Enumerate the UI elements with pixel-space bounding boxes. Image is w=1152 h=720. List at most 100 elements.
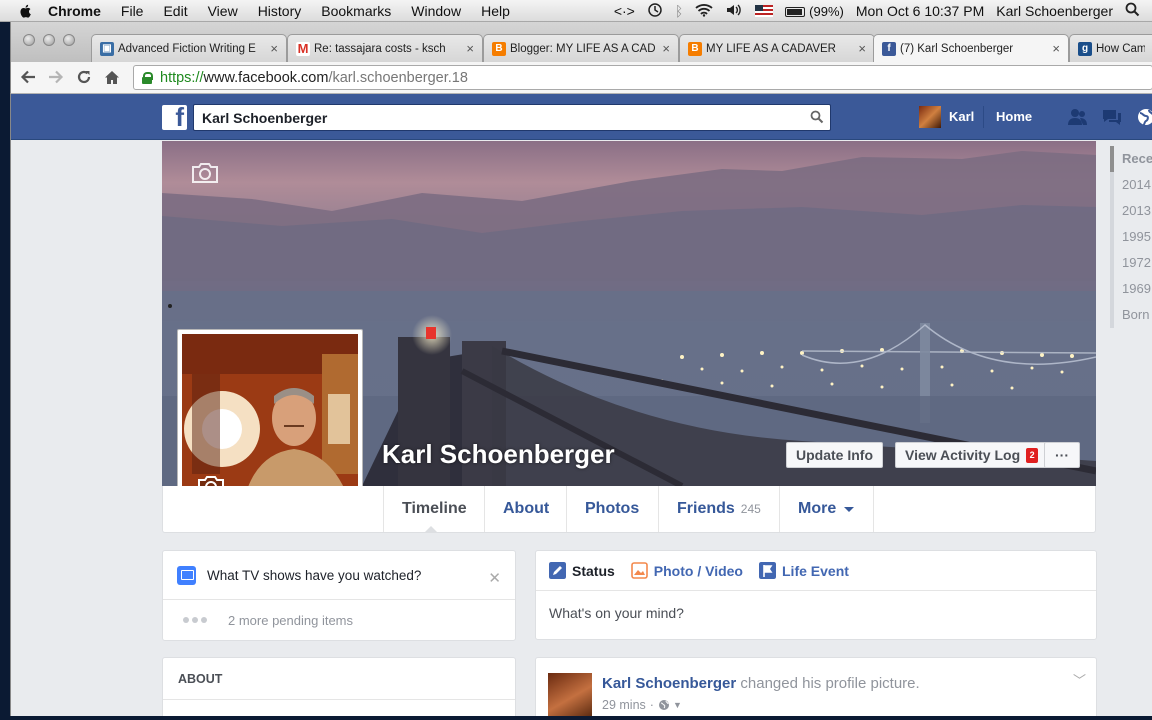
year-item[interactable]: 2013 <box>1110 198 1152 224</box>
messages-icon[interactable] <box>1101 107 1123 127</box>
audience-globe-icon[interactable] <box>658 699 670 711</box>
browser-tab-active[interactable]: f (7) Karl Schoenberger × <box>873 34 1069 62</box>
search-icon[interactable] <box>810 110 824 124</box>
more-options-button[interactable]: ··· <box>1044 442 1080 468</box>
tab-title: How Cambr <box>1096 42 1145 55</box>
menu-file[interactable]: File <box>121 3 144 19</box>
update-info-button[interactable]: Update Info <box>786 442 883 468</box>
window-minimize-button[interactable] <box>43 34 55 46</box>
facebook-favicon-icon: f <box>882 41 896 56</box>
cover-camera-icon[interactable] <box>190 161 220 185</box>
window-close-button[interactable] <box>23 34 35 46</box>
tab-close-icon[interactable]: × <box>1052 41 1060 56</box>
reload-icon[interactable] <box>73 66 95 88</box>
menu-chrome[interactable]: Chrome <box>48 3 101 19</box>
year-item[interactable]: 1969 <box>1110 276 1152 302</box>
browser-tab[interactable]: B MY LIFE AS A CADAVER × <box>679 34 875 62</box>
about-heading: ABOUT <box>163 658 515 700</box>
facebook-search-input[interactable]: Karl Schoenberger <box>193 104 831 131</box>
back-icon[interactable] <box>17 66 39 88</box>
composer-tab-status-label: Status <box>572 562 615 579</box>
browser-tab-strip: ▣ Advanced Fiction Writing E × M Re: tas… <box>10 22 1152 62</box>
pending-items-row[interactable]: 2 more pending items <box>163 600 515 640</box>
tv-prompt-row[interactable]: What TV shows have you watched? <box>163 551 515 600</box>
menu-bookmarks[interactable]: Bookmarks <box>321 3 391 19</box>
notifications-globe-icon[interactable] <box>1135 107 1152 127</box>
story-timestamp[interactable]: 29 mins <box>602 698 646 712</box>
input-source-flag-icon[interactable] <box>755 5 774 17</box>
tv-icon <box>177 565 196 585</box>
nav-home-link[interactable]: Home <box>996 109 1032 124</box>
tab-timeline-label: Timeline <box>402 500 467 517</box>
year-item-born[interactable]: Born <box>1110 302 1152 328</box>
code-icon[interactable]: <·> <box>614 3 635 19</box>
story-author-avatar[interactable] <box>548 673 592 716</box>
time-machine-icon[interactable] <box>647 2 663 21</box>
composer-tab-photo-video[interactable]: Photo / Video <box>630 562 743 579</box>
address-bar[interactable]: https://www.facebook.com/karl.schoenberg… <box>133 65 1152 90</box>
menu-history[interactable]: History <box>258 3 302 19</box>
close-icon[interactable]: ✕ <box>488 569 501 587</box>
composer-tab-life-event[interactable]: Life Event <box>759 562 849 579</box>
about-card: ABOUT <box>162 657 516 716</box>
window-zoom-button[interactable] <box>63 34 75 46</box>
tab-favicon-icon: ▣ <box>100 41 114 56</box>
composer-tabs: Status Photo / Video Life Event <box>536 551 1096 591</box>
bluetooth-icon[interactable]: ᛒ <box>675 3 683 19</box>
profile-name[interactable]: Karl Schoenberger <box>382 439 615 470</box>
tab-close-icon[interactable]: × <box>466 41 474 56</box>
nav-profile-link[interactable]: Karl <box>949 109 974 124</box>
composer-input[interactable]: What's on your mind? <box>536 591 1096 639</box>
home-icon[interactable] <box>101 66 123 88</box>
menu-view[interactable]: View <box>208 3 238 19</box>
menu-window[interactable]: Window <box>411 3 461 19</box>
ssl-lock-icon[interactable] <box>142 71 153 84</box>
menubar-clock[interactable]: Mon Oct 6 10:37 PM <box>856 3 984 19</box>
tab-close-icon[interactable]: × <box>858 41 866 56</box>
profile-photo <box>182 334 358 509</box>
volume-icon[interactable] <box>725 3 743 20</box>
tab-photos[interactable]: Photos <box>567 486 659 532</box>
battery-status[interactable]: (99%) <box>785 3 844 19</box>
tab-more[interactable]: More <box>780 486 874 532</box>
spotlight-icon[interactable] <box>1125 2 1140 20</box>
friends-count: 245 <box>740 502 761 516</box>
year-item-recent[interactable]: Rece <box>1110 146 1152 172</box>
story-options-chevron-icon[interactable]: ﹀ <box>1073 670 1086 689</box>
forward-icon[interactable] <box>45 66 67 88</box>
tab-title: (7) Karl Schoenberger <box>900 42 1014 55</box>
tab-close-icon[interactable]: × <box>662 41 670 56</box>
browser-toolbar: https://www.facebook.com/karl.schoenberg… <box>10 62 1152 94</box>
composer-tab-status[interactable]: Status <box>549 562 615 579</box>
browser-tab[interactable]: M Re: tassajara costs - ksch × <box>287 34 483 62</box>
apple-icon[interactable] <box>18 3 34 19</box>
blogger-favicon-icon: B <box>492 41 506 56</box>
year-item[interactable]: 2014 <box>1110 172 1152 198</box>
facebook-logo[interactable]: f <box>162 105 187 130</box>
composer-tab-photo-video-label: Photo / Video <box>653 562 743 579</box>
wifi-icon[interactable] <box>695 3 713 20</box>
menubar-user[interactable]: Karl Schoenberger <box>996 3 1113 19</box>
pending-dots-icon <box>183 617 210 623</box>
tab-about[interactable]: About <box>485 486 567 532</box>
friend-requests-icon[interactable] <box>1067 107 1089 127</box>
gmail-favicon-icon: M <box>296 41 310 56</box>
nav-avatar[interactable] <box>919 106 941 128</box>
audience-caret-icon[interactable]: ▼ <box>673 700 682 710</box>
flag-icon <box>759 562 776 579</box>
menu-edit[interactable]: Edit <box>163 3 187 19</box>
tv-shows-prompt-card: What TV shows have you watched? ✕ 2 more… <box>162 550 516 641</box>
year-item[interactable]: 1995 <box>1110 224 1152 250</box>
browser-tab[interactable]: g How Cambr <box>1069 34 1152 62</box>
url-scheme: https:// <box>160 69 204 86</box>
menu-help[interactable]: Help <box>481 3 510 19</box>
tv-prompt-text: What TV shows have you watched? <box>207 567 422 583</box>
browser-tab[interactable]: ▣ Advanced Fiction Writing E × <box>91 34 287 62</box>
browser-tab[interactable]: B Blogger: MY LIFE AS A CAD × <box>483 34 679 62</box>
view-activity-log-button[interactable]: View Activity Log 2 <box>895 442 1049 468</box>
tab-close-icon[interactable]: × <box>270 41 278 56</box>
story-author-link[interactable]: Karl Schoenberger <box>602 675 736 692</box>
tab-title: Advanced Fiction Writing E <box>118 42 256 55</box>
tab-friends[interactable]: Friends 245 <box>659 486 780 532</box>
year-item[interactable]: 1972 <box>1110 250 1152 276</box>
